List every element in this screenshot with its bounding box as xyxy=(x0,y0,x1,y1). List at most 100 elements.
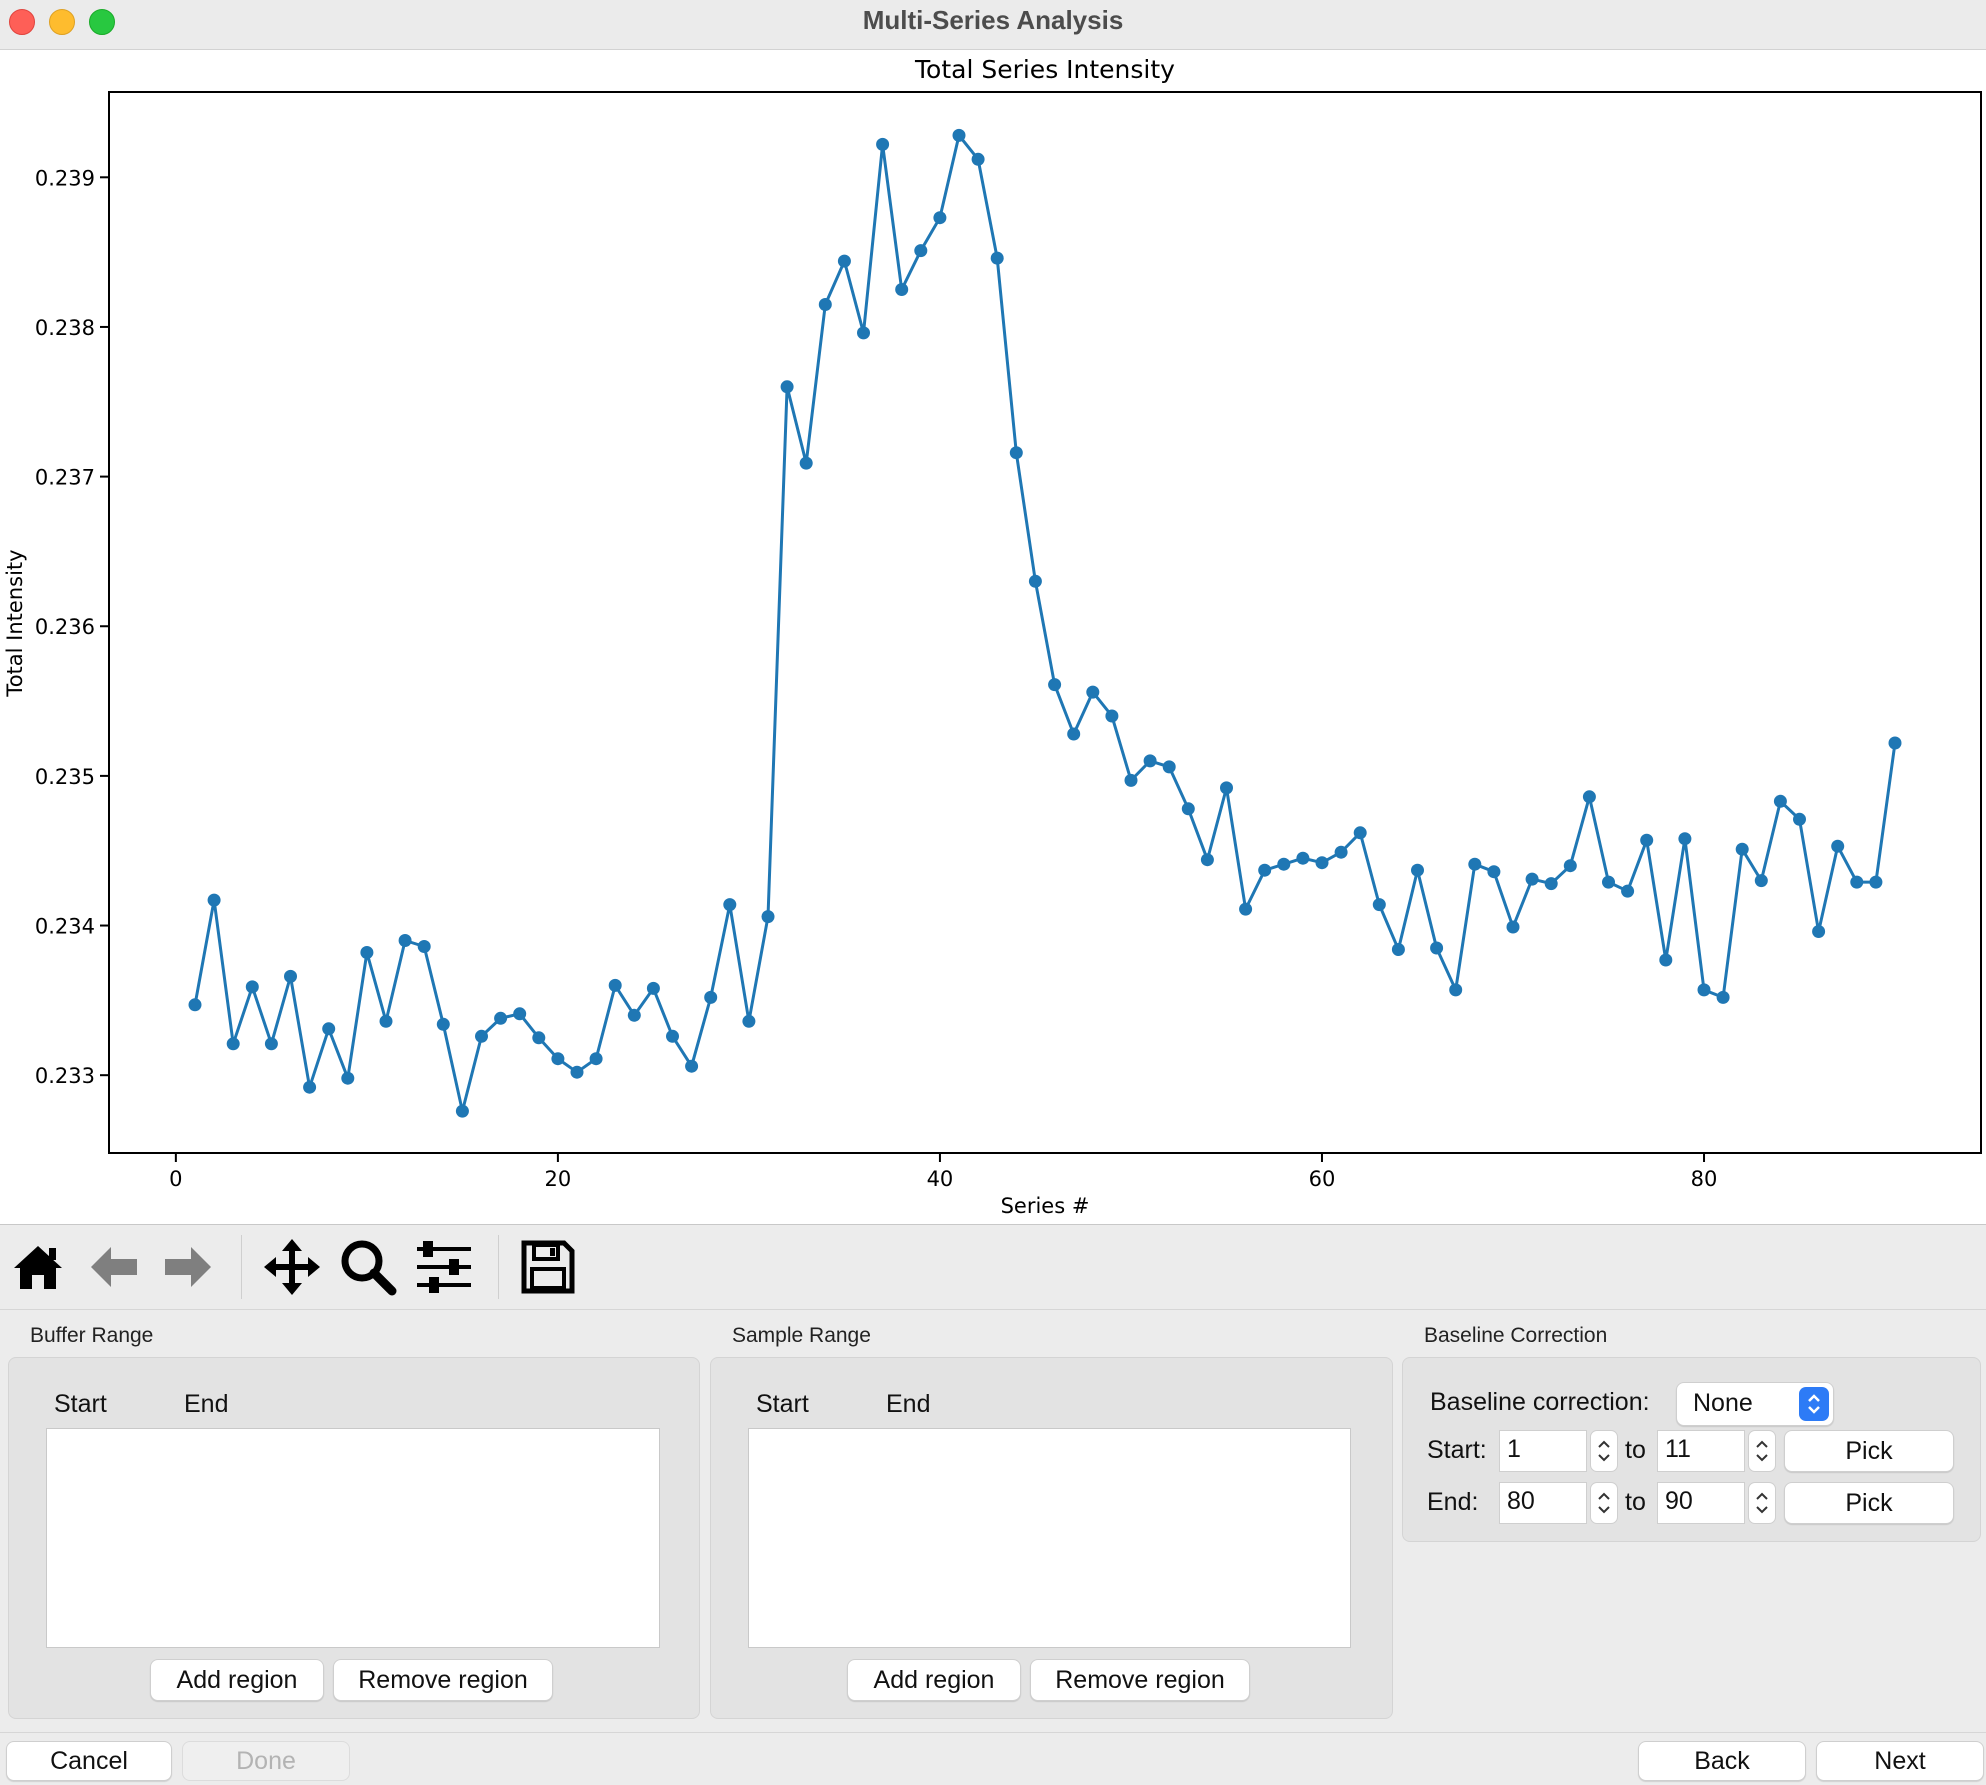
baseline-start-to-stepper[interactable] xyxy=(1748,1430,1776,1472)
data-point xyxy=(1009,446,1023,460)
data-point xyxy=(1869,875,1883,889)
data-point xyxy=(455,1104,469,1118)
data-point xyxy=(1888,736,1902,750)
configure-subplots-icon[interactable] xyxy=(414,1237,474,1297)
back-arrow-icon[interactable] xyxy=(84,1237,144,1297)
x-tick-label: 0 xyxy=(169,1167,182,1191)
baseline-end-to-stepper[interactable] xyxy=(1748,1482,1776,1524)
y-tick-label: 0.234 xyxy=(35,915,95,939)
data-point xyxy=(1258,863,1272,877)
data-point xyxy=(1048,678,1062,692)
y-tick-label: 0.236 xyxy=(35,615,95,639)
sample-range-group: Start End Add region Remove region xyxy=(710,1357,1393,1719)
y-tick-label: 0.237 xyxy=(35,466,95,490)
data-point xyxy=(1353,826,1367,840)
baseline-start-from-field[interactable]: 1 xyxy=(1499,1430,1587,1472)
data-point xyxy=(1468,857,1482,871)
data-point xyxy=(264,1037,278,1051)
data-point xyxy=(1697,983,1711,997)
data-point xyxy=(646,981,660,995)
data-point xyxy=(1220,781,1233,795)
data-point xyxy=(1773,794,1787,808)
plot-canvas[interactable]: Total Series Intensity 0.233 0.234 0.235 0.… xyxy=(0,50,1986,1225)
data-point xyxy=(990,251,1004,265)
x-axis-label: Series # xyxy=(1001,1194,1090,1218)
pan-icon[interactable] xyxy=(262,1237,322,1297)
navigation-toolbar xyxy=(0,1225,1986,1310)
sample-end-header: End xyxy=(886,1390,931,1418)
chart-title: Total Series Intensity xyxy=(914,55,1175,84)
forward-arrow-icon[interactable] xyxy=(158,1237,218,1297)
sample-region-list[interactable] xyxy=(748,1428,1351,1648)
data-point xyxy=(513,1007,527,1021)
baseline-start-to-label: to xyxy=(1625,1436,1646,1464)
baseline-end-to-label: to xyxy=(1625,1488,1646,1516)
buffer-add-region-button[interactable]: Add region xyxy=(150,1659,324,1701)
baseline-correction-value: None xyxy=(1693,1389,1753,1417)
data-point xyxy=(1621,884,1635,898)
data-point xyxy=(685,1059,699,1073)
data-point xyxy=(532,1031,546,1045)
baseline-start-label: Start: xyxy=(1427,1436,1487,1464)
data-point xyxy=(1086,685,1100,699)
data-point xyxy=(245,980,259,994)
baseline-end-from-stepper[interactable] xyxy=(1590,1482,1618,1524)
next-button[interactable]: Next xyxy=(1816,1741,1984,1781)
data-point xyxy=(971,152,985,166)
data-point xyxy=(1525,872,1539,886)
data-point xyxy=(1372,898,1386,912)
sample-start-header: Start xyxy=(756,1390,809,1418)
data-point xyxy=(1277,857,1291,871)
data-point xyxy=(780,380,794,394)
buffer-region-list[interactable] xyxy=(46,1428,660,1648)
data-point xyxy=(1334,845,1348,859)
baseline-end-pick-button[interactable]: Pick xyxy=(1784,1482,1954,1524)
sample-add-region-button[interactable]: Add region xyxy=(847,1659,1021,1701)
data-point xyxy=(1430,941,1444,955)
cancel-button[interactable]: Cancel xyxy=(6,1741,172,1781)
home-icon[interactable] xyxy=(8,1237,68,1297)
buffer-remove-region-button[interactable]: Remove region xyxy=(333,1659,553,1701)
baseline-end-to-field[interactable]: 90 xyxy=(1657,1482,1745,1524)
baseline-correction-select[interactable]: None xyxy=(1676,1382,1834,1426)
baseline-end-from-field[interactable]: 80 xyxy=(1499,1482,1587,1524)
data-point xyxy=(952,128,966,142)
data-point xyxy=(570,1065,584,1079)
done-button[interactable]: Done xyxy=(182,1741,350,1781)
y-tick-label: 0.233 xyxy=(35,1064,95,1088)
data-point xyxy=(322,1022,336,1036)
data-point xyxy=(1105,709,1119,723)
data-point xyxy=(1124,773,1138,787)
buffer-end-header: End xyxy=(184,1390,229,1418)
baseline-start-pick-button[interactable]: Pick xyxy=(1784,1430,1954,1472)
data-point xyxy=(1582,790,1596,804)
buffer-range-label: Buffer Range xyxy=(30,1324,154,1347)
baseline-start-from-stepper[interactable] xyxy=(1590,1430,1618,1472)
data-point xyxy=(1239,902,1253,916)
save-icon[interactable] xyxy=(518,1237,578,1297)
buffer-start-header: Start xyxy=(54,1390,107,1418)
zoom-icon[interactable] xyxy=(338,1237,398,1297)
baseline-correction-field-label: Baseline correction: xyxy=(1430,1388,1650,1416)
data-point xyxy=(284,969,297,983)
sample-remove-region-button[interactable]: Remove region xyxy=(1030,1659,1250,1701)
data-point xyxy=(1640,833,1654,847)
data-point xyxy=(1793,812,1806,826)
data-point xyxy=(1411,863,1424,877)
baseline-start-to-field[interactable]: 11 xyxy=(1657,1430,1745,1472)
data-point xyxy=(1487,865,1501,879)
data-point xyxy=(1449,983,1463,997)
data-point xyxy=(704,990,718,1004)
intensity-chart[interactable]: Total Series Intensity 0.2330.2340.2350.… xyxy=(0,50,1986,1224)
data-point xyxy=(551,1052,565,1066)
data-point xyxy=(1391,943,1405,956)
series-points xyxy=(188,128,1902,1118)
data-point xyxy=(589,1052,603,1066)
data-point xyxy=(1850,875,1864,889)
data-point xyxy=(1143,754,1157,768)
data-point xyxy=(1506,920,1520,934)
data-point xyxy=(1200,853,1214,867)
data-point xyxy=(876,137,890,151)
back-button[interactable]: Back xyxy=(1638,1741,1806,1781)
y-axis-ticks: 0.233 0.234 0.235 0.236 0.237 0.238 0.239 xyxy=(35,166,109,1088)
